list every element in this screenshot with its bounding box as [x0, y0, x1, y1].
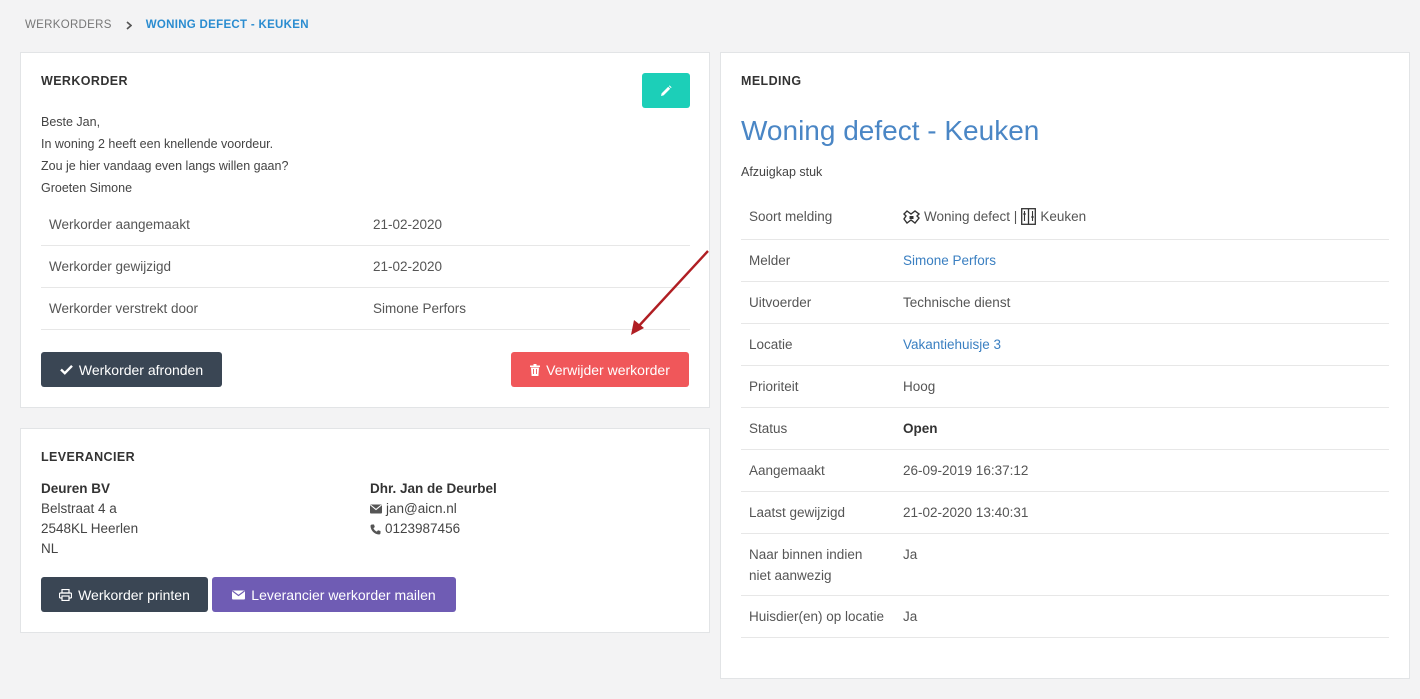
row-value: Technische dienst — [903, 295, 1011, 310]
breadcrumb: WERKORDERS WONING DEFECT - KEUKEN — [25, 17, 309, 33]
row-value: Hoog — [903, 379, 936, 394]
werkorder-details-table: Werkorder aangemaakt 21-02-2020 Werkorde… — [41, 204, 690, 330]
table-row: Werkorder aangemaakt 21-02-2020 — [41, 204, 690, 246]
row-value: Ja — [903, 547, 918, 562]
contact-phone-line: 0123987456 — [370, 519, 497, 539]
print-werkorder-button[interactable]: Werkorder printen — [41, 577, 208, 612]
status-value: Open — [903, 421, 938, 436]
complete-werkorder-label: Werkorder afronden — [78, 361, 204, 378]
table-row: Melder Simone Perfors — [741, 240, 1389, 282]
table-row: Huisdier(en) op locatie Ja — [741, 596, 1389, 638]
row-label: Naar binnen indien niet aanwezig — [749, 547, 863, 583]
contact-phone: 0123987456 — [385, 521, 461, 536]
contact-name: Dhr. Jan de Deurbel — [370, 481, 497, 496]
row-label: Prioriteit — [749, 379, 799, 394]
row-value: 21-02-2020 — [373, 259, 443, 274]
row-value: Simone Perfors — [373, 301, 467, 316]
table-row: Werkorder verstrekt door Simone Perfors — [41, 288, 690, 330]
table-row: Aangemaakt 26-09-2019 16:37:12 — [741, 450, 1389, 492]
supplier-street: Belstraat 4 a — [41, 501, 117, 516]
table-row: Prioriteit Hoog — [741, 366, 1389, 408]
mail-supplier-label: Leverancier werkorder mailen — [251, 586, 436, 603]
complete-werkorder-button[interactable]: Werkorder afronden — [41, 352, 222, 387]
print-werkorder-label: Werkorder printen — [78, 586, 190, 603]
supplier-address: Deuren BV Belstraat 4 a 2548KL Heerlen N… — [41, 479, 138, 559]
edit-werkorder-button[interactable] — [642, 73, 690, 108]
row-value: Ja — [903, 609, 918, 624]
message-line: In woning 2 heeft een knellende voordeur… — [41, 137, 274, 151]
breadcrumb-current: WONING DEFECT - KEUKEN — [145, 19, 309, 31]
table-row: Uitvoerder Technische dienst — [741, 282, 1389, 324]
house-damage-icon — [903, 210, 920, 224]
pencil-icon — [661, 84, 672, 96]
phone-icon — [370, 524, 381, 534]
melding-details-table: Soort melding Woning defect | Keuken Mel… — [741, 198, 1389, 638]
row-value: 26-09-2019 16:37:12 — [903, 463, 1029, 478]
row-label: Uitvoerder — [749, 295, 812, 310]
soort-sub: Keuken — [1040, 209, 1087, 224]
melding-card-title: MELDING — [741, 74, 802, 88]
row-label: Locatie — [749, 337, 793, 352]
envelope-icon — [232, 590, 246, 599]
kitchen-icon — [1021, 208, 1037, 225]
envelope-icon — [370, 504, 382, 514]
table-row: Status Open — [741, 408, 1389, 450]
delete-werkorder-label: Verwijder werkorder — [546, 361, 670, 378]
trash-icon — [530, 363, 541, 376]
table-row: Naar binnen indien niet aanwezig Ja — [741, 534, 1389, 596]
chevron-right-icon — [126, 20, 132, 30]
row-label: Laatst gewijzigd — [749, 505, 846, 520]
melder-link[interactable]: Simone Perfors — [903, 250, 1389, 281]
table-row: Werkorder gewijzigd 21-02-2020 — [41, 246, 690, 288]
message-line: Zou je hier vandaag even langs willen ga… — [41, 159, 289, 173]
delete-werkorder-button[interactable]: Verwijder werkorder — [511, 352, 689, 387]
row-value: 21-02-2020 13:40:31 — [903, 505, 1029, 520]
melding-card: MELDING Woning defect - Keuken Afzuigkap… — [720, 52, 1410, 679]
contact-email-line: jan@aicn.nl — [370, 499, 497, 519]
row-label: Werkorder verstrekt door — [49, 301, 199, 316]
printer-icon — [59, 588, 73, 601]
row-label: Huisdier(en) op locatie — [749, 609, 885, 624]
locatie-link[interactable]: Vakantiehuisje 3 — [903, 334, 1389, 365]
check-icon — [60, 364, 73, 375]
breadcrumb-werkorders-link[interactable]: WERKORDERS — [25, 19, 112, 31]
row-label: Werkorder gewijzigd — [49, 259, 172, 274]
row-label: Aangemaakt — [749, 463, 825, 478]
table-row: Soort melding Woning defect | Keuken — [741, 198, 1389, 240]
leverancier-card-title: LEVERANCIER — [41, 450, 135, 464]
contact-email[interactable]: jan@aicn.nl — [386, 499, 457, 519]
supplier-country: NL — [41, 541, 59, 556]
message-line: Beste Jan, — [41, 115, 101, 129]
table-row: Laatst gewijzigd 21-02-2020 13:40:31 — [741, 492, 1389, 534]
leverancier-card: LEVERANCIER Deuren BV Belstraat 4 a 2548… — [20, 428, 710, 633]
row-value: 21-02-2020 — [373, 217, 443, 232]
message-line: Groeten Simone — [41, 181, 133, 195]
row-value: Woning defect | Keuken — [903, 206, 1389, 239]
melding-subtitle: Afzuigkap stuk — [741, 165, 823, 179]
mail-supplier-button[interactable]: Leverancier werkorder mailen — [212, 577, 456, 612]
melding-heading: Woning defect - Keuken — [741, 115, 1040, 146]
werkorder-card-title: WERKORDER — [41, 74, 128, 88]
supplier-postal-city: 2548KL Heerlen — [41, 521, 139, 536]
werkorder-message: Beste Jan, In woning 2 heeft een knellen… — [41, 111, 288, 199]
supplier-company: Deuren BV — [41, 481, 111, 496]
table-row: Locatie Vakantiehuisje 3 — [741, 324, 1389, 366]
row-label: Status — [749, 421, 788, 436]
row-label: Soort melding — [749, 209, 833, 224]
row-label: Melder — [749, 253, 791, 268]
werkorder-card: WERKORDER Beste Jan, In woning 2 heeft e… — [20, 52, 710, 408]
row-label: Werkorder aangemaakt — [49, 217, 190, 232]
supplier-contact: Dhr. Jan de Deurbel jan@aicn.nl 01239874… — [370, 479, 497, 539]
soort-type: Woning defect | — [924, 209, 1018, 224]
